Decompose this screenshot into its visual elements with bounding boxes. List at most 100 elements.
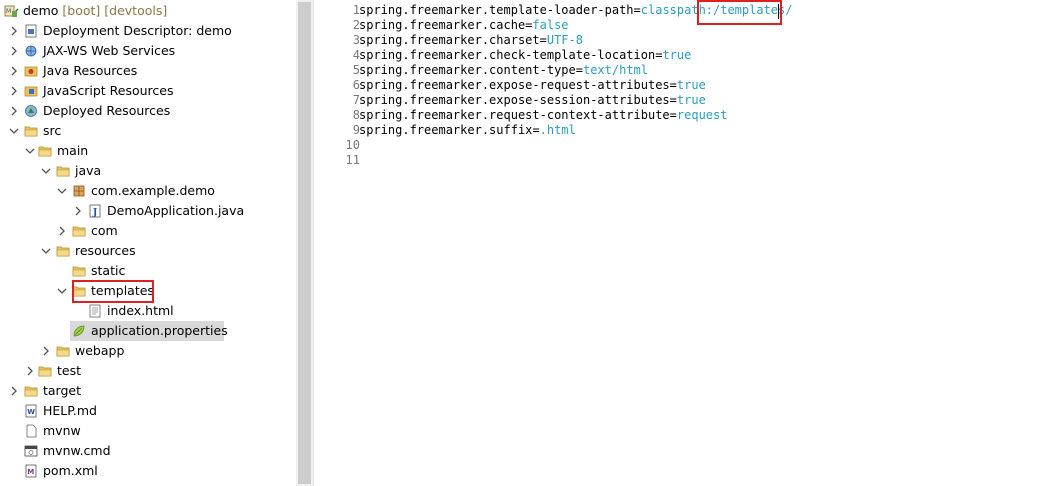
package-icon [72, 184, 86, 198]
tree-item-text: com.example.demo [91, 183, 215, 198]
chevron-right-icon[interactable] [24, 365, 36, 377]
tree-item-label: mvnw [43, 422, 81, 440]
tree-item[interactable]: application.properties [0, 321, 296, 341]
tree-item-label: index.html [107, 302, 174, 320]
tree-item[interactable]: com [0, 221, 296, 241]
code-line[interactable]: spring.freemarker.expose-session-attribu… [359, 93, 706, 108]
chevron-right-icon[interactable] [8, 25, 20, 37]
chevron-right-icon[interactable] [8, 105, 20, 117]
tree-item-text: mvnw [43, 423, 81, 438]
tree-item[interactable]: mvnw [0, 421, 296, 441]
explorer-scrollbar[interactable] [296, 0, 313, 486]
chevron-right-icon[interactable] [8, 85, 20, 97]
tree-item-text: pom.xml [43, 463, 98, 478]
chevron-right-icon[interactable] [40, 345, 52, 357]
code-line[interactable]: spring.freemarker.suffix=.html [359, 123, 576, 138]
code-line[interactable]: spring.freemarker.charset=UTF-8 [359, 33, 583, 48]
svg-text:J: J [92, 208, 97, 218]
tree-item-text: target [43, 383, 82, 398]
folder-icon [56, 344, 70, 358]
text-caret [778, 4, 779, 19]
tree-item-text: java [75, 163, 102, 178]
tree-item[interactable]: resources [0, 241, 296, 261]
tree-item-text: webapp [75, 343, 125, 358]
tree-item-label: pom.xml [43, 462, 98, 480]
folder-icon [38, 144, 52, 158]
tree-item-label: java [75, 162, 101, 180]
tree-item-text: Java Resources [43, 63, 138, 78]
chevron-down-icon[interactable] [40, 245, 52, 257]
code-line[interactable]: spring.freemarker.content-type=text/html [359, 63, 648, 78]
chevron-down-icon[interactable] [24, 145, 36, 157]
file-icon [24, 424, 38, 438]
chevron-down-icon[interactable] [56, 185, 68, 197]
tree-item[interactable]: main [0, 141, 296, 161]
line-number: 4 [352, 48, 360, 62]
tree-item-label: Java Resources [43, 62, 137, 80]
tree-item-decoration: [boot] [devtools] [58, 3, 168, 18]
tree-item[interactable]: com.example.demo [0, 181, 296, 201]
chevron-down-icon[interactable] [56, 285, 68, 297]
tree-item-label: demo [boot] [devtools] [23, 2, 167, 20]
tree-item[interactable]: target [0, 381, 296, 401]
tree-item[interactable]: java [0, 161, 296, 181]
chevron-right-icon[interactable] [72, 205, 84, 217]
project-explorer: M demo [boot] [devtools] Deployment Desc… [0, 0, 296, 486]
property-key: spring.freemarker.check-template-locatio… [359, 48, 663, 62]
svg-text:W: W [27, 408, 35, 416]
chevron-right-icon[interactable] [8, 45, 20, 57]
tree-item-text: main [57, 143, 89, 158]
property-key: spring.freemarker.suffix= [359, 123, 540, 137]
properties-editor[interactable]: 1 spring.freemarker.template-loader-path=… [314, 0, 1041, 486]
line-number: 1 [352, 3, 360, 17]
tree-item[interactable]: Mpom.xml [0, 461, 296, 481]
chevron-right-icon[interactable] [8, 385, 20, 397]
chevron-down-icon[interactable] [40, 165, 52, 177]
tree-item[interactable]: static [0, 261, 296, 281]
code-line[interactable]: spring.freemarker.request-context-attrib… [359, 108, 727, 123]
line-number: 3 [352, 33, 360, 47]
tree-item-label: HELP.md [43, 402, 97, 420]
tree-item-text: com [91, 223, 118, 238]
line-number: 10 [345, 138, 360, 152]
tree-item[interactable]: src [0, 121, 296, 141]
property-value: true [676, 93, 706, 107]
tree-item[interactable]: mvnw.cmd [0, 441, 296, 461]
tree-item[interactable]: webapp [0, 341, 296, 361]
svg-text:M: M [6, 8, 11, 15]
tree-item-label: mvnw.cmd [43, 442, 111, 460]
tree-item[interactable]: Deployed Resources [0, 101, 296, 121]
tree-item-label: static [91, 262, 125, 280]
chevron-right-icon[interactable] [8, 65, 20, 77]
tree-item[interactable]: Java Resources [0, 61, 296, 81]
line-number: 5 [352, 63, 360, 77]
annotation-highlight-box [697, 0, 782, 25]
explorer-scrollbar-thumb[interactable] [298, 2, 311, 484]
property-value: true [676, 78, 706, 92]
javascript-resources-icon [24, 84, 38, 98]
tree-item-text: JAX-WS Web Services [43, 43, 176, 58]
tree-item[interactable]: M demo [boot] [devtools] [0, 1, 296, 21]
tree-item-text: test [57, 363, 82, 378]
chevron-right-icon[interactable] [56, 225, 68, 237]
tree-item[interactable]: J DemoApplication.java [0, 201, 296, 221]
editor-ruler [314, 0, 328, 486]
tree-item-text: HELP.md [43, 403, 97, 418]
tree-item[interactable]: JavaScript Resources [0, 81, 296, 101]
chevron-down-icon[interactable] [8, 125, 20, 137]
tree-item[interactable]: W HELP.md [0, 401, 296, 421]
tree-item-label: src [43, 122, 61, 140]
tree-item[interactable]: Deployment Descriptor: demo [0, 21, 296, 41]
code-line[interactable]: spring.freemarker.cache=false [359, 18, 569, 33]
tree-item[interactable]: index.html [0, 301, 296, 321]
tree-item-label: com [91, 222, 118, 240]
tree-item-label: target [43, 382, 81, 400]
tree-item-text: demo [23, 3, 59, 18]
code-line[interactable]: spring.freemarker.check-template-locatio… [359, 48, 691, 63]
line-number: 11 [345, 153, 360, 167]
folder-icon [24, 124, 38, 138]
tree-item[interactable]: JAX-WS Web Services [0, 41, 296, 61]
property-key: spring.freemarker.expose-request-attribu… [359, 78, 677, 92]
tree-item[interactable]: test [0, 361, 296, 381]
code-line[interactable]: spring.freemarker.expose-request-attribu… [359, 78, 706, 93]
